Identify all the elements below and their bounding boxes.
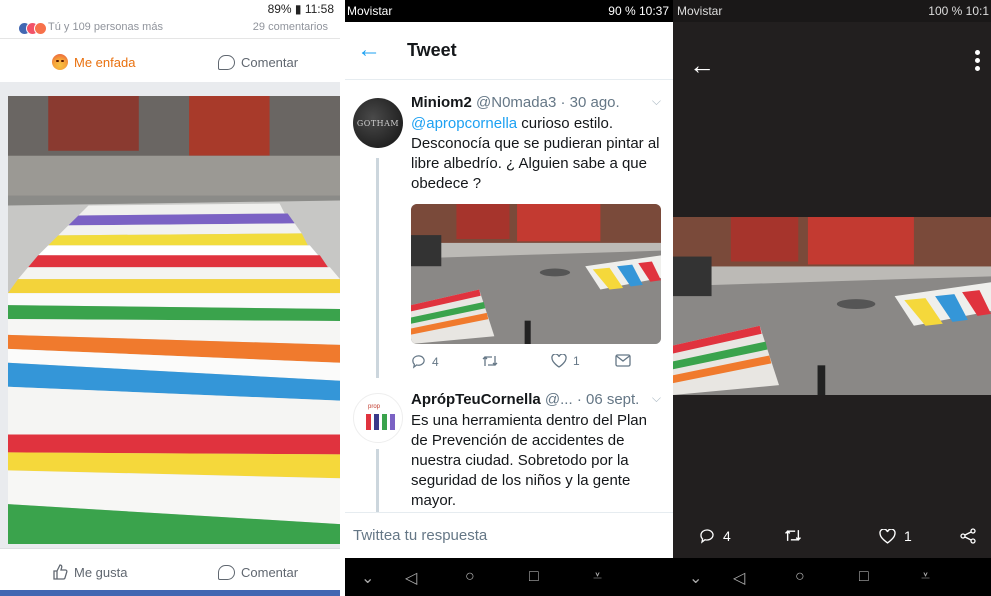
svg-text:prop: prop — [368, 404, 381, 410]
retweet-icon — [482, 356, 498, 366]
comment-button[interactable]: Comentar — [218, 52, 298, 72]
tweet-photo[interactable] — [411, 204, 661, 344]
back-arrow-icon[interactable]: ← — [689, 50, 715, 81]
comment-label: Comentar — [241, 54, 299, 70]
status-text: 89% ▮ 11:58 — [267, 2, 334, 16]
photo-viewer-panel: Movistar 100 % 10:1 ← 4 1 ⌄ ◁ ○ □ ⩡ — [673, 0, 991, 596]
heart-icon — [551, 354, 567, 368]
like-button[interactable]: 1 — [551, 354, 580, 368]
tweet-date: · 06 sept. — [576, 391, 640, 408]
status-bar: Movistar 90 % 10:37 — [345, 0, 673, 22]
angry-emoji-icon — [52, 54, 68, 70]
nav-hide-icon[interactable]: ⌄ — [689, 568, 702, 588]
reactions-text: Tú y 109 personas más — [48, 21, 163, 33]
like-count: 1 — [904, 528, 912, 544]
status-bar: 89% ▮ 11:58 — [0, 0, 340, 20]
reply-button[interactable]: 4 — [411, 354, 439, 369]
reply-icon — [412, 355, 425, 369]
tweet-text: Es una herramienta dentro del Plan de Pr… — [411, 412, 647, 509]
status-text: 90 % 10:37 — [608, 4, 669, 18]
android-nav-bar: ⌄ ◁ ○ □ ⩡ — [345, 558, 673, 596]
status-bar: Movistar 100 % 10:1 — [673, 0, 991, 22]
mention-link[interactable]: @apropcornella — [411, 115, 517, 132]
reaction-button[interactable]: Me enfada — [52, 52, 135, 72]
reactions-summary[interactable]: Tú y 109 personas más 29 comentarios — [0, 20, 340, 38]
reply-count: 4 — [432, 354, 439, 369]
tweet-actions: 4 1 — [411, 354, 661, 374]
tweet-header-line: AprópTeuCornella @... · 06 sept. — [411, 391, 639, 408]
reply-button[interactable]: 4 — [699, 528, 731, 544]
angry-reaction-icon — [34, 22, 47, 35]
retweet-button[interactable] — [481, 354, 499, 368]
thread-line — [376, 449, 379, 519]
nav-back-icon[interactable]: ◁ — [405, 568, 417, 588]
comment-label: Comentar — [241, 564, 299, 580]
nav-recents-icon[interactable]: □ — [859, 568, 869, 586]
tweet-header: ← Tweet — [345, 22, 673, 80]
message-button[interactable] — [615, 354, 631, 367]
thread-line — [376, 158, 379, 378]
tweet-header-line: Miniom2 @N0mada3 · 30 ago. — [411, 94, 620, 111]
android-nav-bar: ⌄ ◁ ○ □ ⩡ — [673, 558, 991, 596]
facebook-panel: 89% ▮ 11:58 Tú y 109 personas más 29 com… — [0, 0, 340, 596]
user-name[interactable]: Miniom2 — [411, 94, 472, 111]
chevron-down-icon[interactable]: ⌵ — [652, 94, 661, 109]
photo-actions: 4 1 — [673, 522, 991, 552]
user-handle[interactable]: @... — [545, 391, 573, 408]
back-arrow-icon[interactable]: ← — [357, 36, 381, 64]
nav-hide-icon[interactable]: ⌄ — [361, 568, 374, 588]
reply-count: 4 — [723, 528, 731, 544]
post-actions-bottom: Me gusta Comentar — [0, 548, 340, 592]
reaction-label: Me enfada — [74, 54, 136, 70]
reply-icon — [700, 529, 714, 544]
chevron-down-icon[interactable]: ⌵ — [652, 391, 661, 406]
post-actions-top: Me enfada Comentar — [0, 38, 340, 82]
message-icon — [615, 354, 631, 367]
nav-home-icon[interactable]: ○ — [465, 568, 475, 586]
status-text: 100 % 10:1 — [928, 4, 989, 18]
twitter-panel: Movistar 90 % 10:37 ← Tweet GOTHAM Minio… — [345, 0, 673, 596]
post-photo[interactable] — [8, 96, 340, 544]
more-vert-icon[interactable] — [975, 50, 981, 74]
nav-notification-icon[interactable]: ⩡ — [593, 568, 602, 586]
tweet-date: · 30 ago. — [560, 94, 620, 111]
share-icon — [960, 528, 976, 544]
reply-placeholder: Twittea tu respuesta — [353, 527, 488, 544]
reaction-icons — [18, 22, 47, 36]
heart-icon — [879, 528, 896, 544]
carrier-name: Movistar — [677, 4, 723, 18]
user-handle[interactable]: @N0mada3 — [476, 94, 556, 111]
comments-count[interactable]: 29 comentarios — [253, 21, 328, 33]
comment-button-bottom[interactable]: Comentar — [218, 562, 298, 582]
retweet-button[interactable] — [783, 528, 803, 543]
avatar[interactable]: prop — [353, 393, 403, 443]
nav-notification-icon[interactable]: ⩡ — [921, 568, 930, 586]
like-button[interactable]: Me gusta — [52, 562, 127, 582]
tweet-text: @apropcornella curioso estilo. Desconocí… — [411, 114, 661, 194]
reply-input[interactable]: Twittea tu respuesta — [345, 512, 673, 558]
comment-icon — [218, 54, 235, 70]
nav-back-icon[interactable]: ◁ — [733, 568, 745, 588]
comment-icon — [218, 564, 235, 580]
like-button[interactable]: 1 — [879, 528, 912, 544]
user-name[interactable]: AprópTeuCornella — [411, 391, 541, 408]
like-label: Me gusta — [74, 564, 128, 580]
like-count: 1 — [573, 354, 580, 368]
nav-home-icon[interactable]: ○ — [795, 568, 805, 586]
page-title: Tweet — [407, 40, 457, 60]
next-post-edge — [0, 590, 340, 596]
avatar[interactable]: GOTHAM — [353, 98, 403, 148]
fullscreen-photo[interactable] — [673, 217, 991, 395]
carrier-name: Movistar — [347, 4, 393, 18]
thumb-up-icon — [53, 564, 68, 580]
nav-recents-icon[interactable]: □ — [529, 568, 539, 586]
share-button[interactable] — [959, 528, 977, 544]
retweet-icon — [785, 530, 801, 541]
